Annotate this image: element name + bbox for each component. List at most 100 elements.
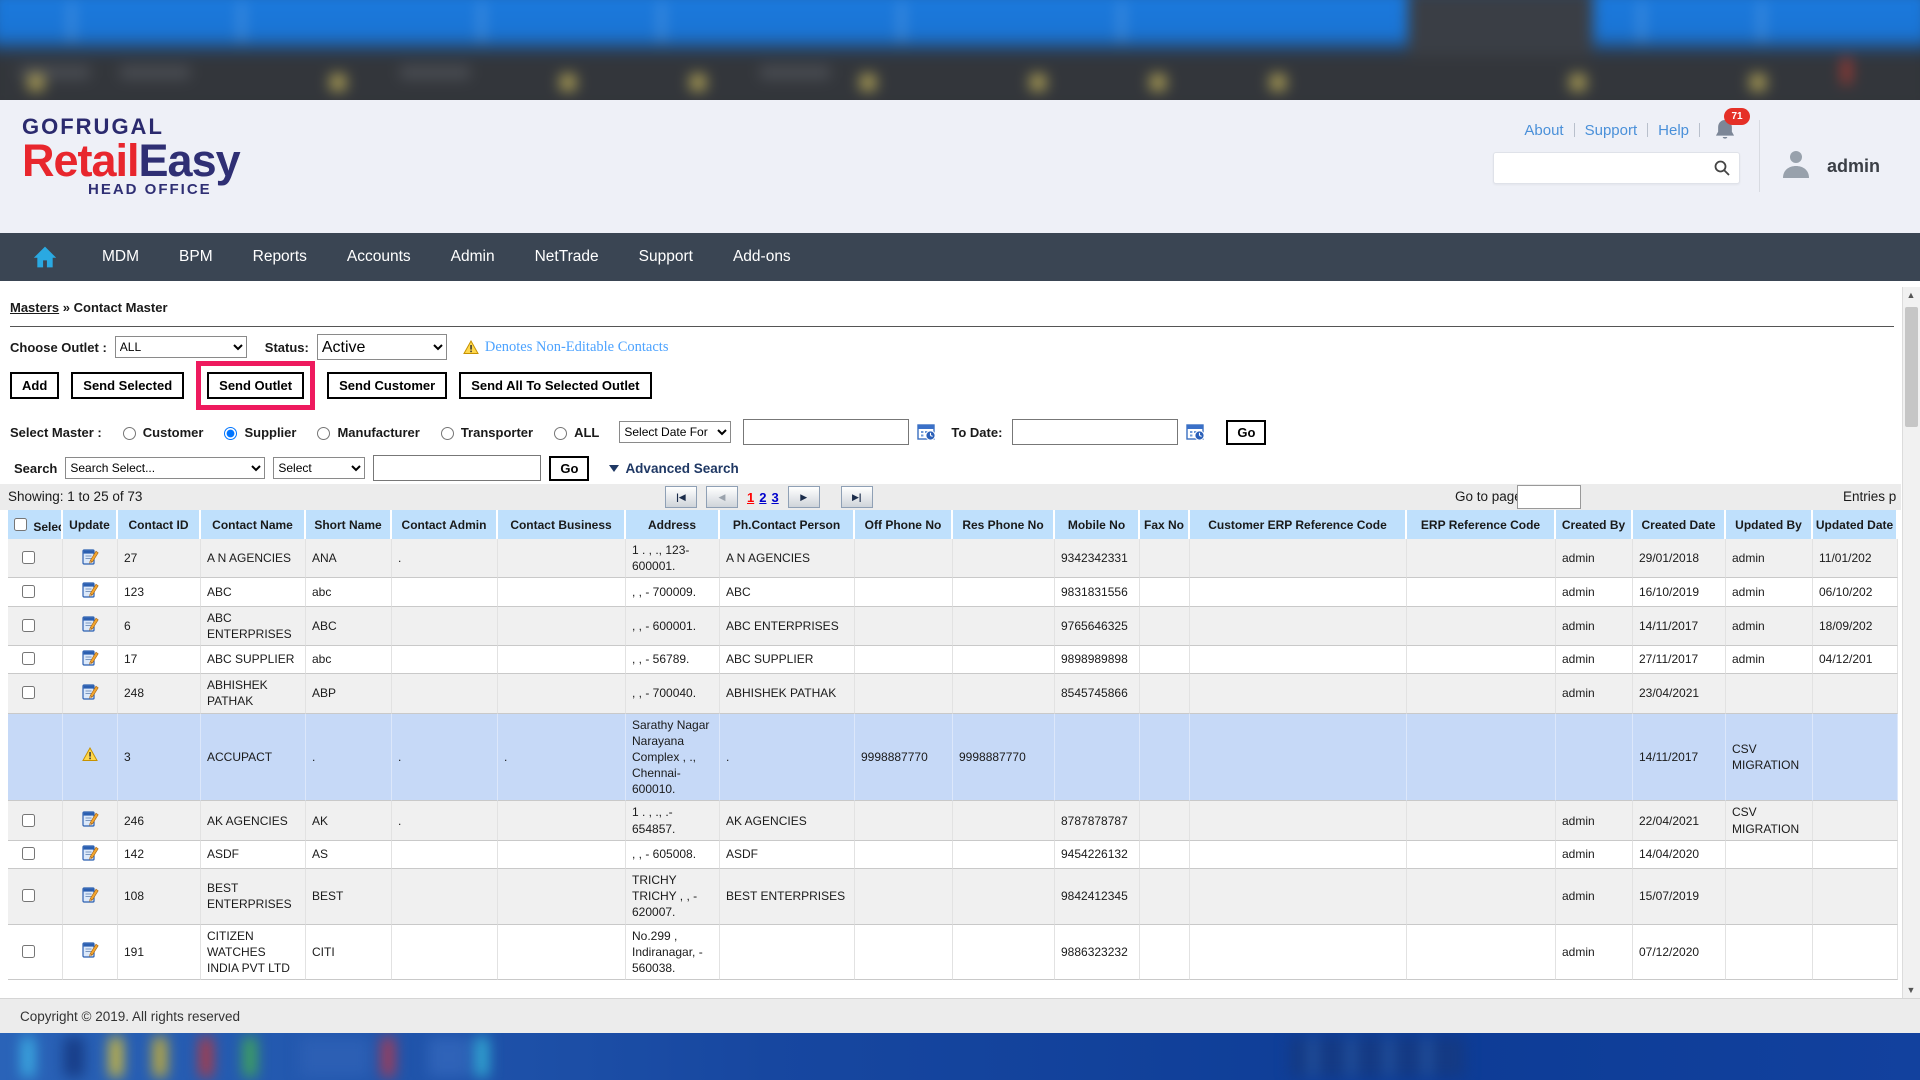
cell-contact-name: ABC SUPPLIER	[201, 646, 306, 674]
radio-input-all[interactable]	[554, 427, 567, 440]
last-page-button[interactable]: ▶|	[841, 486, 873, 508]
cell-fax-no	[1140, 801, 1190, 840]
master-radio-manufacturer[interactable]: Manufacturer	[312, 424, 419, 440]
master-radio-supplier[interactable]: Supplier	[219, 424, 296, 440]
nav-item-reports[interactable]: Reports	[253, 248, 307, 266]
row-checkbox[interactable]	[22, 814, 35, 827]
search-condition-select[interactable]: Select	[273, 457, 365, 479]
non-editable-legend: Denotes Non-Editable Contacts	[485, 339, 669, 356]
from-date-input[interactable]	[743, 419, 909, 445]
calendar-icon[interactable]	[1186, 423, 1206, 442]
nav-item-bpm[interactable]: BPM	[179, 248, 213, 266]
header-search-input[interactable]	[1494, 155, 1713, 181]
radio-input-supplier[interactable]	[224, 427, 237, 440]
master-radio-customer[interactable]: Customer	[118, 424, 204, 440]
nav-item-mdm[interactable]: MDM	[102, 248, 139, 266]
update-icon[interactable]	[82, 816, 99, 830]
add-button[interactable]: Add	[10, 372, 59, 399]
vertical-scrollbar[interactable]: ▲ ▼	[1902, 287, 1920, 998]
nav-item-support[interactable]: Support	[639, 248, 693, 266]
help-link[interactable]: Help	[1658, 122, 1689, 139]
cell-created-date: 14/11/2017	[1633, 607, 1726, 646]
row-checkbox[interactable]	[22, 585, 35, 598]
search-query-input[interactable]	[373, 455, 541, 481]
send-selected-button[interactable]: Send Selected	[71, 372, 184, 399]
nav-item-add-ons[interactable]: Add-ons	[733, 248, 791, 266]
nav-item-admin[interactable]: Admin	[451, 248, 495, 266]
cell-short-name: .	[306, 714, 392, 802]
scroll-down-icon[interactable]: ▼	[1906, 985, 1916, 995]
page-link-3[interactable]: 3	[771, 490, 778, 505]
scrollbar-thumb[interactable]	[1905, 307, 1918, 427]
row-checkbox[interactable]	[22, 847, 35, 860]
update-icon[interactable]	[82, 892, 99, 906]
cell-contact-business	[498, 674, 626, 713]
select-all-checkbox[interactable]	[14, 518, 27, 531]
home-icon[interactable]	[32, 245, 62, 269]
radio-input-manufacturer[interactable]	[317, 427, 330, 440]
row-checkbox[interactable]	[22, 652, 35, 665]
link-separator	[1699, 123, 1700, 137]
update-icon[interactable]	[82, 689, 99, 703]
prev-page-button[interactable]: ◀	[706, 486, 738, 508]
send-outlet-button[interactable]: Send Outlet	[207, 372, 304, 399]
row-checkbox[interactable]	[22, 551, 35, 564]
table-row: 142ASDFAS, , - 605008.ASDF9454226132admi…	[8, 841, 1898, 869]
advanced-search-link[interactable]: Advanced Search	[609, 461, 738, 476]
search-icon[interactable]	[1713, 159, 1739, 177]
update-icon[interactable]	[82, 621, 99, 635]
row-checkbox[interactable]	[22, 619, 35, 632]
user-menu[interactable]: admin	[1779, 148, 1880, 185]
cell-updated-by	[1726, 674, 1813, 713]
calendar-icon[interactable]	[917, 423, 937, 442]
update-icon[interactable]	[82, 947, 99, 961]
select-date-for-select[interactable]: Select Date For	[619, 421, 731, 443]
row-checkbox[interactable]	[22, 889, 35, 902]
master-radio-all[interactable]: ALL	[549, 424, 599, 440]
cell-updated-date: 11/01/202	[1813, 539, 1898, 578]
username-label: admin	[1827, 156, 1880, 177]
support-link[interactable]: Support	[1585, 122, 1638, 139]
outlet-select[interactable]: ALL	[115, 336, 247, 358]
status-select[interactable]: Active	[317, 334, 447, 360]
notifications-bell-icon[interactable]: 71	[1714, 118, 1740, 142]
about-link[interactable]: About	[1524, 122, 1563, 139]
cell-erp-reference-code	[1407, 925, 1556, 981]
send-all-to-selected-outlet-button[interactable]: Send All To Selected Outlet	[459, 372, 651, 399]
search-field-select[interactable]: Search Select...	[65, 457, 265, 479]
cell-short-name: BEST	[306, 869, 392, 925]
nav-item-accounts[interactable]: Accounts	[347, 248, 411, 266]
master-radio-transporter[interactable]: Transporter	[436, 424, 533, 440]
search-go-button[interactable]: Go	[549, 456, 589, 481]
nav-item-nettrade[interactable]: NetTrade	[535, 248, 599, 266]
update-icon[interactable]	[82, 850, 99, 864]
page-link-2[interactable]: 2	[759, 490, 766, 505]
breadcrumb-separator: »	[63, 300, 70, 315]
radio-input-customer[interactable]	[123, 427, 136, 440]
page-link-1[interactable]: 1	[747, 490, 754, 505]
send-customer-button[interactable]: Send Customer	[327, 372, 447, 399]
cell-updated-by: admin	[1726, 607, 1813, 646]
next-page-button[interactable]: ▶	[788, 486, 820, 508]
cell-mobile-no: 9886323232	[1055, 925, 1140, 981]
breadcrumb-parent-link[interactable]: Masters	[10, 300, 59, 315]
table-row: 191CITIZEN WATCHES INDIA PVT LTDCITINo.2…	[8, 925, 1898, 981]
cell-update	[63, 801, 118, 840]
cell-created-by: admin	[1556, 841, 1633, 869]
radio-input-transporter[interactable]	[441, 427, 454, 440]
row-checkbox[interactable]	[22, 945, 35, 958]
update-icon[interactable]	[82, 554, 99, 568]
to-date-input[interactable]	[1012, 419, 1178, 445]
date-go-button[interactable]: Go	[1226, 420, 1266, 445]
header-search-box[interactable]	[1493, 152, 1740, 184]
scroll-up-icon[interactable]: ▲	[1906, 290, 1916, 300]
update-icon[interactable]	[82, 655, 99, 669]
cell-address: , , - 600001.	[626, 607, 720, 646]
row-checkbox[interactable]	[22, 686, 35, 699]
update-icon[interactable]	[82, 587, 99, 601]
first-page-button[interactable]: |◀	[665, 486, 697, 508]
goto-page-input[interactable]	[1517, 485, 1581, 509]
cell-mobile-no: 9765646325	[1055, 607, 1140, 646]
col-header-off-phone-no: Off Phone No	[855, 510, 953, 539]
cell-update	[63, 674, 118, 713]
